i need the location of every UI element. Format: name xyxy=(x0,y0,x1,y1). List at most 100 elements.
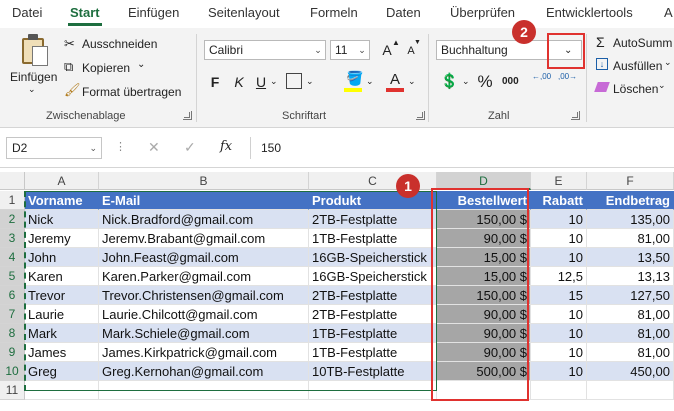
table-cell[interactable]: 81,00 xyxy=(587,305,674,324)
italic-button[interactable]: K xyxy=(230,72,248,92)
number-group-label: Zahl xyxy=(488,110,510,122)
underline-dropdown-icon[interactable]: ⌄ xyxy=(270,76,278,87)
font-color-swatch xyxy=(386,88,404,92)
group-divider xyxy=(196,34,197,122)
clear-dropdown-icon: ⌄ xyxy=(658,80,666,90)
chevron-down-icon: ⌄ xyxy=(314,45,322,55)
table-cell[interactable]: 81,00 xyxy=(587,324,674,343)
table-cell[interactable]: 135,00 xyxy=(587,210,674,229)
accounting-dropdown-icon[interactable]: ⌄ xyxy=(462,76,470,87)
clear-label: Löschen xyxy=(613,82,659,96)
selection-outline xyxy=(24,191,437,391)
tab-einfuegen[interactable]: Einfügen xyxy=(128,5,179,20)
highlight-number-format-dropdown xyxy=(547,33,585,69)
font-size-value: 11 xyxy=(335,43,348,57)
empty-cell[interactable] xyxy=(587,381,674,400)
confirm-entry-icon[interactable]: ✓ xyxy=(184,139,196,156)
row-header-7[interactable]: 7 xyxy=(0,305,25,324)
row-header-4[interactable]: 4 xyxy=(0,248,25,267)
table-cell[interactable]: 10 xyxy=(531,362,587,381)
borders-dropdown-icon[interactable]: ⌄ xyxy=(306,76,314,87)
formula-input[interactable]: 150 xyxy=(250,137,674,159)
group-divider xyxy=(428,34,429,122)
name-box[interactable]: D2 ⌄ xyxy=(6,137,102,159)
table-cell[interactable]: 10 xyxy=(531,210,587,229)
table-cell[interactable]: 450,00 xyxy=(587,362,674,381)
tab-daten[interactable]: Daten xyxy=(386,5,421,20)
font-color-button[interactable]: A xyxy=(386,70,404,90)
row-header-5[interactable]: 5 xyxy=(0,267,25,286)
accounting-format-icon[interactable]: 💲 xyxy=(440,72,459,90)
tab-entwicklertools[interactable]: Entwicklertools xyxy=(546,5,633,20)
table-header-cell[interactable]: Endbetrag xyxy=(587,191,674,210)
ribbon-tab-bar: Datei Start Einfügen Seitenlayout Formel… xyxy=(0,0,674,28)
clipboard-launcher-icon[interactable] xyxy=(183,111,192,120)
column-header-f[interactable]: F xyxy=(587,172,674,190)
tab-seitenlayout[interactable]: Seitenlayout xyxy=(208,5,280,20)
tab-formeln[interactable]: Formeln xyxy=(310,5,358,20)
table-cell[interactable]: 127,50 xyxy=(587,286,674,305)
table-cell[interactable]: 12,5 xyxy=(531,267,587,286)
row-header-2[interactable]: 2 xyxy=(0,210,25,229)
table-header-cell[interactable]: Rabatt xyxy=(531,191,587,210)
table-cell[interactable]: 15 xyxy=(531,286,587,305)
formula-bar: D2 ⌄ ⋮ ✕ ✓ fx 150 xyxy=(0,128,674,168)
percent-style-button[interactable]: % xyxy=(476,72,494,92)
table-cell[interactable]: 10 xyxy=(531,343,587,362)
cancel-entry-icon[interactable]: ✕ xyxy=(148,139,160,156)
number-launcher-icon[interactable] xyxy=(571,111,580,120)
tab-start[interactable]: Start xyxy=(70,5,100,20)
clipboard-group-label: Zwischenablage xyxy=(46,110,126,122)
table-cell[interactable]: 10 xyxy=(531,324,587,343)
table-cell[interactable]: 81,00 xyxy=(587,229,674,248)
bold-button[interactable]: F xyxy=(206,72,224,92)
row-header-11[interactable]: 11 xyxy=(0,381,25,400)
tab-more[interactable]: A xyxy=(664,5,673,20)
table-cell[interactable]: 13,13 xyxy=(587,267,674,286)
row-header-9[interactable]: 9 xyxy=(0,343,25,362)
row-header-10[interactable]: 10 xyxy=(0,362,25,381)
column-header-e[interactable]: E xyxy=(531,172,587,190)
paste-dropdown-icon: ⌄ xyxy=(28,84,36,94)
insert-function-icon[interactable]: fx xyxy=(220,139,232,154)
fill-color-dropdown-icon[interactable]: ⌄ xyxy=(366,76,374,87)
empty-cell[interactable] xyxy=(531,381,587,400)
select-all-corner[interactable] xyxy=(0,172,25,190)
scissors-icon: ✂ xyxy=(64,36,75,51)
table-cell[interactable]: 10 xyxy=(531,305,587,324)
column-header-b[interactable]: B xyxy=(99,172,309,190)
font-name-select[interactable]: Calibri ⌄ xyxy=(204,40,326,60)
row-header-3[interactable]: 3 xyxy=(0,229,25,248)
callout-2: 2 xyxy=(512,20,536,44)
tab-ueberpruefen[interactable]: Überprüfen xyxy=(450,5,515,20)
highlight-bestellwert-column xyxy=(431,188,529,401)
fill-dropdown-icon: ⌄ xyxy=(664,57,672,67)
tab-datei[interactable]: Datei xyxy=(12,5,42,20)
font-group-label: Schriftart xyxy=(282,110,327,122)
comma-style-button[interactable]: 000 xyxy=(502,76,519,87)
decrease-decimal-button[interactable]: ,00→ xyxy=(558,72,578,81)
increase-decimal-button[interactable]: ←,00 xyxy=(532,72,552,81)
font-color-dropdown-icon[interactable]: ⌄ xyxy=(408,76,416,87)
table-cell[interactable]: 10 xyxy=(531,229,587,248)
chevron-down-icon: ⌄ xyxy=(89,143,97,153)
borders-icon[interactable] xyxy=(286,73,302,89)
copy-dropdown-icon[interactable]: ⌄ xyxy=(137,59,145,70)
column-header-a[interactable]: A xyxy=(25,172,99,190)
table-cell[interactable]: 10 xyxy=(531,248,587,267)
fill-color-icon[interactable]: 🪣 xyxy=(346,70,363,87)
format-painter-label: Format übertragen xyxy=(82,85,182,99)
underline-button[interactable]: U xyxy=(252,72,270,92)
sigma-icon: Σ xyxy=(596,34,605,50)
row-header-6[interactable]: 6 xyxy=(0,286,25,305)
table-cell[interactable]: 13,50 xyxy=(587,248,674,267)
font-launcher-icon[interactable] xyxy=(416,111,425,120)
font-size-select[interactable]: 11 ⌄ xyxy=(330,40,370,60)
active-tab-indicator xyxy=(68,23,102,26)
grow-font-caret-icon: ▲ xyxy=(392,38,400,47)
eraser-icon xyxy=(594,82,610,92)
table-cell[interactable]: 81,00 xyxy=(587,343,674,362)
row-header-1[interactable]: 1 xyxy=(0,191,25,210)
row-header-8[interactable]: 8 xyxy=(0,324,25,343)
more-options-icon[interactable]: ⋮ xyxy=(115,140,126,153)
